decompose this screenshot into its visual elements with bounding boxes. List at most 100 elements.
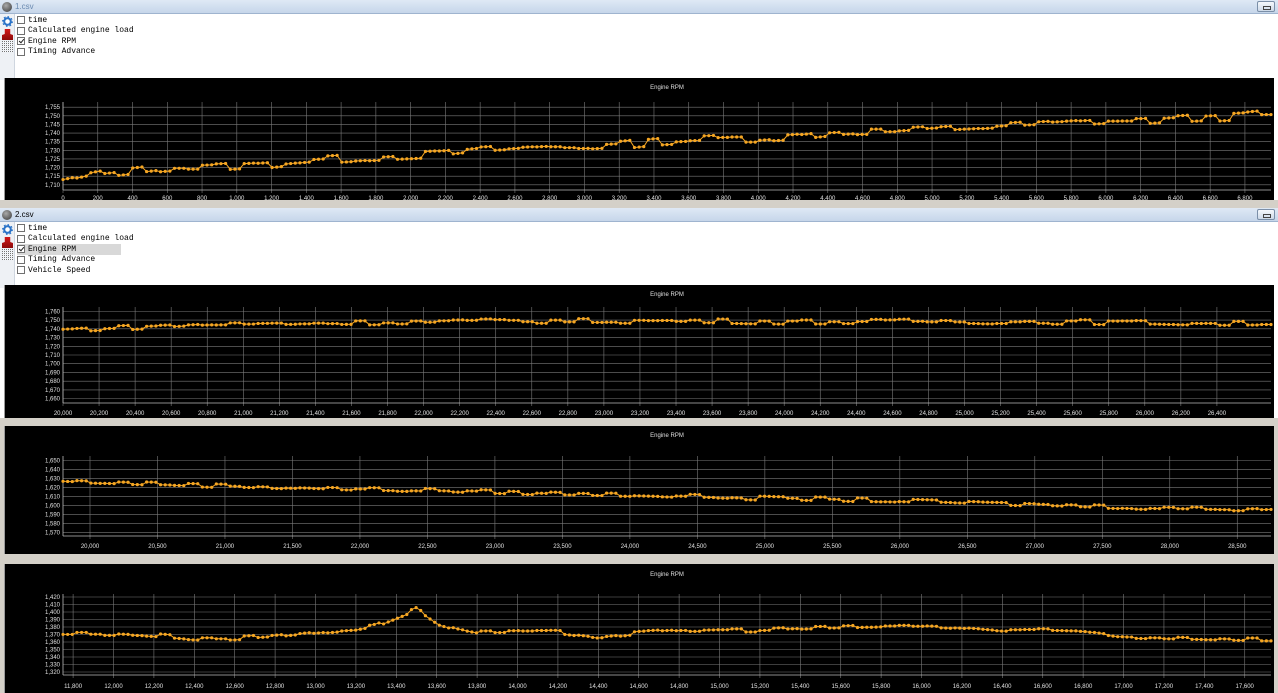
x-tick-label: 13,000 [306, 684, 325, 690]
data-point [451, 490, 455, 494]
data-point [1185, 113, 1189, 117]
data-point [934, 624, 939, 628]
data-point [354, 487, 358, 491]
field-calculated-engine-load[interactable]: Calculated engine load [17, 234, 140, 245]
data-point [725, 496, 730, 500]
restore-button[interactable] [1257, 209, 1275, 220]
x-tick-label: 14,800 [670, 684, 689, 690]
data-point [191, 481, 195, 486]
data-point [400, 489, 404, 493]
data-point [135, 633, 139, 638]
data-point [530, 145, 534, 149]
y-tick-label: 1,715 [45, 174, 61, 180]
data-point [456, 151, 460, 155]
gear-icon[interactable] [2, 16, 13, 27]
field-label: Calculated engine load [28, 26, 134, 36]
data-point [493, 491, 497, 495]
data-point [735, 627, 739, 631]
data-point [1004, 629, 1008, 633]
data-point [270, 486, 274, 490]
window-title-bar[interactable]: 2.csv [0, 208, 1278, 222]
data-point [228, 167, 232, 171]
data-point [182, 637, 186, 641]
x-tick-label: 24,600 [883, 411, 902, 417]
data-point [814, 135, 818, 139]
checkbox[interactable] [17, 224, 25, 233]
field-time[interactable]: time [17, 15, 140, 26]
splitter[interactable] [0, 418, 1278, 426]
checkbox[interactable] [17, 255, 25, 264]
field-time[interactable]: time [17, 223, 140, 234]
chart-title: Engine RPM [650, 292, 684, 298]
data-point [423, 149, 427, 154]
data-point [521, 629, 525, 633]
field-timing-advance[interactable]: Timing Advance [17, 255, 140, 266]
data-point [516, 629, 520, 633]
data-point [186, 637, 191, 642]
data-point [907, 317, 911, 321]
field-timing-advance[interactable]: Timing Advance [17, 47, 140, 58]
data-point [191, 638, 195, 642]
splitter[interactable] [0, 554, 1278, 564]
checkbox[interactable] [17, 26, 25, 35]
barcode-icon[interactable] [2, 41, 13, 52]
y-tick-label: 1,590 [45, 512, 61, 518]
checkbox[interactable] [17, 16, 25, 25]
data-point [158, 483, 163, 487]
chart-title: Engine RPM [650, 572, 684, 578]
data-point [702, 495, 706, 499]
data-point [790, 496, 795, 500]
gear-icon[interactable] [2, 224, 13, 235]
data-point [1176, 507, 1180, 511]
x-tick-label: 21,600 [342, 411, 361, 417]
data-point [1232, 319, 1236, 323]
window-title-bar[interactable]: 1.csv [0, 0, 1278, 14]
data-point [632, 630, 637, 634]
barcode-icon[interactable] [2, 249, 13, 260]
data-point [656, 137, 660, 141]
checkbox[interactable] [17, 47, 25, 56]
checkbox-checked[interactable] [17, 37, 25, 46]
checkbox[interactable] [17, 234, 25, 243]
data-point [632, 494, 637, 498]
data-point [377, 323, 381, 327]
restore-button[interactable] [1257, 1, 1275, 12]
data-point [298, 631, 302, 636]
data-point [1162, 116, 1166, 120]
data-point [893, 500, 897, 504]
data-point [84, 630, 88, 635]
checkbox[interactable] [17, 266, 25, 275]
data-point [907, 623, 911, 627]
data-point [312, 157, 316, 162]
stamp-icon[interactable] [2, 29, 13, 40]
data-point [1246, 507, 1250, 511]
data-point [1046, 321, 1050, 325]
field-calculated-engine-load[interactable]: Calculated engine load [17, 26, 140, 37]
data-point [1236, 638, 1241, 642]
data-point [233, 484, 237, 488]
checkbox-checked[interactable] [17, 245, 25, 254]
y-tick-label: 1,720 [45, 166, 61, 172]
data-point [451, 626, 455, 630]
data-point [1130, 506, 1134, 511]
data-point [1060, 322, 1064, 326]
data-point [488, 488, 493, 492]
data-point [1018, 504, 1022, 508]
data-point [888, 130, 892, 134]
data-point [270, 165, 274, 170]
field-vehicle-speed[interactable]: Vehicle Speed [17, 265, 140, 276]
field-engine-rpm[interactable]: Engine RPM [17, 36, 140, 47]
data-point [758, 138, 762, 142]
field-engine-rpm[interactable]: Engine RPM [17, 244, 121, 255]
stamp-icon[interactable] [2, 237, 13, 248]
data-point [651, 628, 655, 632]
data-point [553, 628, 558, 632]
data-point [962, 320, 966, 324]
data-point [646, 628, 651, 633]
data-point [200, 163, 204, 167]
data-point [934, 498, 939, 502]
data-point [363, 158, 367, 163]
data-point [163, 323, 167, 327]
data-point [772, 626, 776, 630]
data-point [1153, 322, 1157, 326]
